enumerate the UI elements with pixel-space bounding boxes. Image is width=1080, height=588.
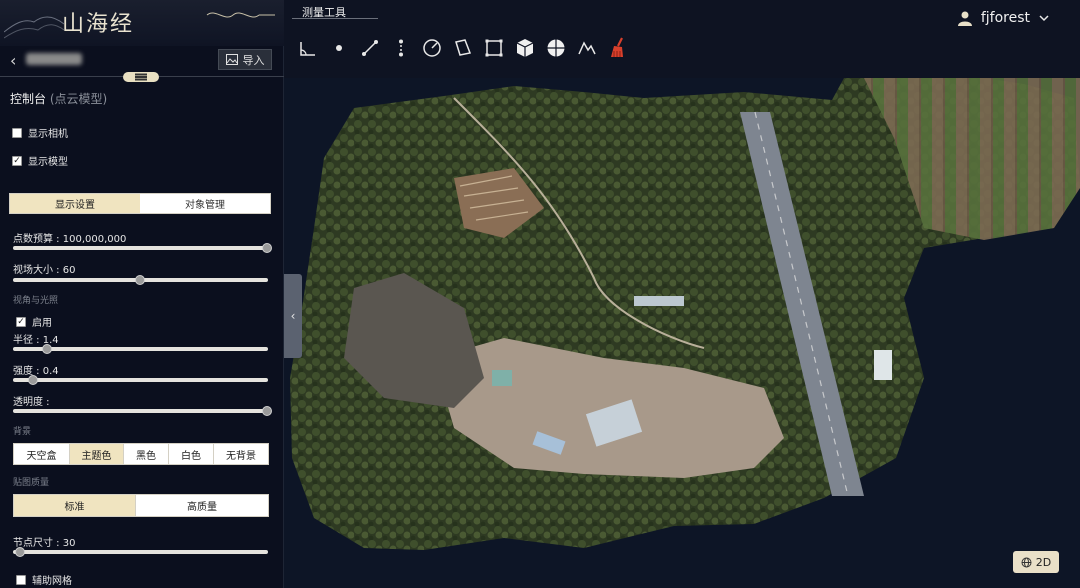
panel-title: 控制台 (点云模型) (10, 90, 107, 107)
point-cloud-viewport[interactable] (284, 78, 1080, 588)
show-model-label: 显示模型 (28, 157, 68, 168)
bg-option-white[interactable]: 白色 (169, 444, 214, 464)
show-camera-label: 显示相机 (28, 129, 68, 140)
grid-checkbox[interactable] (16, 574, 26, 585)
angle-icon[interactable] (292, 36, 323, 60)
import-button[interactable]: 导入 (218, 49, 272, 70)
fov-slider[interactable] (13, 275, 268, 285)
toolbar-title-underline (292, 18, 378, 19)
background-section-heading: 背景 (13, 427, 32, 437)
tab-object-management[interactable]: 对象管理 (140, 194, 270, 213)
panel-collapse-handle[interactable] (123, 72, 159, 82)
opacity-label: 透明度 : (13, 397, 50, 408)
texture-option-high[interactable]: 高质量 (136, 495, 268, 516)
chevron-down-icon (1039, 15, 1049, 22)
tab-display-settings[interactable]: 显示设置 (10, 194, 140, 213)
circle-icon[interactable] (416, 36, 447, 60)
point-budget-label: 点数预算 : 100,000,000 (13, 234, 127, 245)
fov-label: 视场大小 : 60 (13, 265, 76, 276)
slider-thumb[interactable] (42, 344, 52, 354)
point-icon[interactable] (323, 36, 354, 60)
slider-thumb[interactable] (15, 547, 25, 557)
grid-label: 辅助网格 (32, 576, 72, 587)
image-import-icon (225, 54, 238, 65)
sidebar-tabs: 显示设置 对象管理 (9, 193, 271, 214)
sphere-icon[interactable] (540, 36, 571, 60)
slider-thumb[interactable] (28, 375, 38, 385)
logo-decoration (206, 12, 275, 18)
user-menu[interactable]: fjforest (957, 10, 1050, 26)
tool-list (292, 36, 633, 60)
measure-toolbar: 测量工具 fjforest (284, 0, 1080, 78)
point-cloud-render[interactable] (284, 78, 1080, 588)
app-root: 测量工具 fjforest ‹ 2D 山海经 ‹ 导入 控制台 (点云模型) 显… (0, 0, 1080, 588)
view-mode-label: 2D (1035, 555, 1052, 569)
profile-icon[interactable] (571, 36, 602, 60)
import-button-label: 导入 (242, 53, 265, 67)
distance-icon[interactable] (354, 36, 385, 60)
project-name-blurred (26, 53, 82, 65)
app-logo-text: 山海经 (62, 12, 135, 37)
edl-section-heading: 视角与光照 (13, 296, 59, 306)
globe-icon (1021, 557, 1032, 567)
show-model-checkbox[interactable]: ✓ (12, 155, 22, 166)
bg-option-theme[interactable]: 主题色 (70, 444, 124, 464)
clear-icon[interactable] (602, 36, 633, 60)
cube-icon[interactable] (509, 36, 540, 60)
user-name: fjforest (980, 10, 1030, 26)
point-budget-slider[interactable] (13, 243, 272, 253)
radius-label: 半径 : 1.4 (13, 335, 59, 346)
height-icon[interactable] (385, 36, 416, 60)
panel-title-main: 控制台 (10, 92, 47, 106)
control-sidebar: 山海经 ‹ 导入 控制台 (点云模型) 显示相机 ✓ 显示模型 显示设置 对象管… (0, 0, 284, 588)
user-icon (957, 11, 972, 26)
texture-options: 标准 高质量 (13, 494, 269, 517)
texture-option-standard[interactable]: 标准 (14, 495, 136, 516)
strength-label: 强度 : 0.4 (13, 366, 59, 377)
menu-icon (135, 76, 147, 78)
bg-option-none[interactable]: 无背景 (214, 444, 268, 464)
mountain-logo-icon (4, 16, 64, 39)
show-camera-toggle[interactable]: 显示相机 (12, 125, 68, 140)
strength-slider[interactable] (13, 375, 268, 385)
slider-thumb[interactable] (262, 243, 272, 253)
volume-icon[interactable] (478, 36, 509, 60)
grid-toggle[interactable]: 辅助网格 (16, 572, 72, 587)
show-model-toggle[interactable]: ✓ 显示模型 (12, 153, 68, 168)
bg-option-black[interactable]: 黑色 (124, 444, 169, 464)
project-header: ‹ 导入 (0, 48, 284, 74)
app-logo: 山海经 (0, 0, 284, 46)
sidebar-collapse-toggle[interactable]: ‹ (284, 274, 302, 358)
radius-slider[interactable] (13, 344, 268, 354)
bg-option-skybox[interactable]: 天空盒 (14, 444, 70, 464)
opacity-slider[interactable] (13, 406, 272, 416)
edl-enable-toggle[interactable]: ✓ 启用 (16, 314, 52, 329)
node-size-slider[interactable] (13, 547, 268, 557)
slider-thumb[interactable] (262, 406, 272, 416)
edl-enable-checkbox[interactable]: ✓ (16, 316, 26, 327)
view-mode-2d-button[interactable]: 2D (1013, 551, 1059, 573)
edl-enable-label: 启用 (32, 318, 52, 329)
slider-thumb[interactable] (135, 275, 145, 285)
back-icon[interactable]: ‹ (10, 51, 16, 70)
chevron-left-icon: ‹ (290, 309, 296, 323)
show-camera-checkbox[interactable] (12, 127, 22, 138)
background-options: 天空盒 主题色 黑色 白色 无背景 (13, 443, 269, 465)
texture-section-heading: 贴图质量 (13, 478, 50, 488)
area-icon[interactable] (447, 36, 478, 60)
panel-title-sub: (点云模型) (49, 92, 108, 106)
